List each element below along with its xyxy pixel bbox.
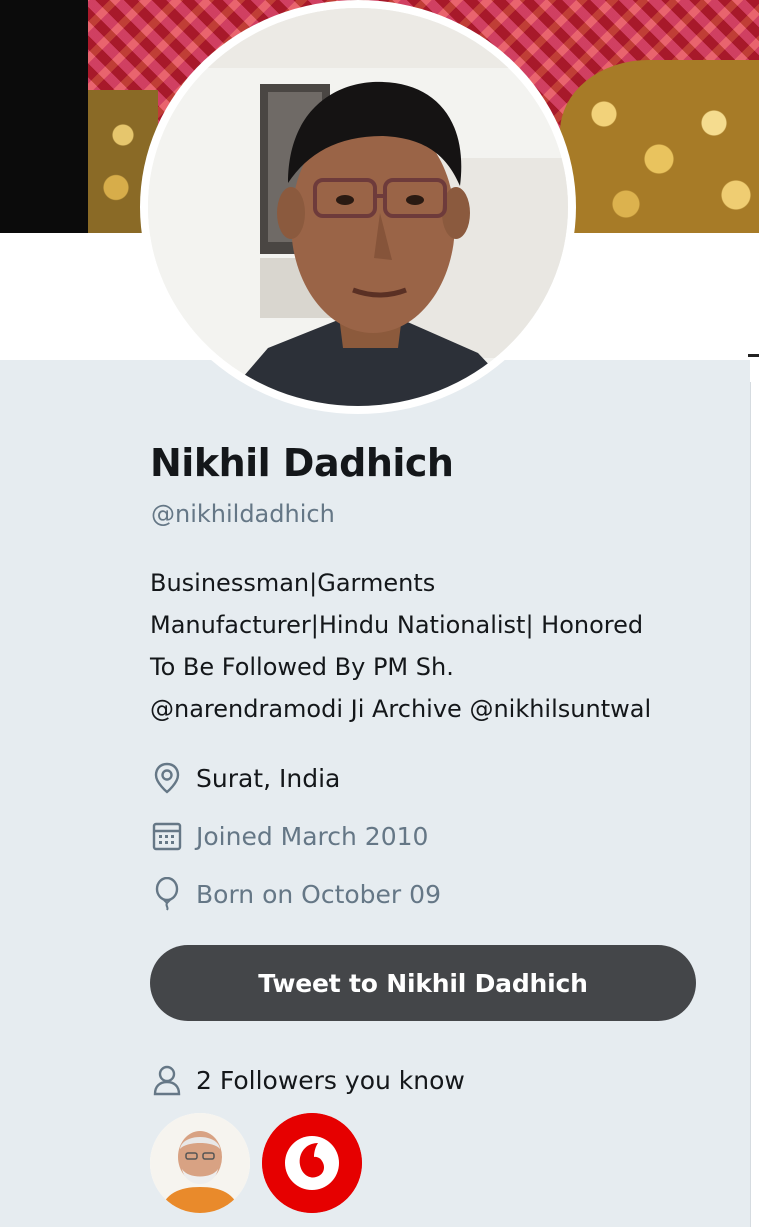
birthday-text: Born on October 09 bbox=[196, 879, 441, 909]
profile-location: Surat, India bbox=[152, 761, 340, 795]
tweet-to-button[interactable]: Tweet to Nikhil Dadhich bbox=[150, 945, 696, 1021]
profile-avatar[interactable] bbox=[140, 0, 576, 414]
joined-text: Joined March 2010 bbox=[196, 821, 429, 851]
bio-line: Businessman|Garments bbox=[150, 569, 436, 597]
divider-line bbox=[748, 354, 759, 357]
profile-name[interactable]: Nikhil Dadhich bbox=[150, 441, 454, 485]
followers-you-know-label: 2 Followers you know bbox=[196, 1065, 465, 1095]
narendra-modi-avatar[interactable] bbox=[150, 1113, 250, 1213]
profile-bio: Businessman|Garments Manufacturer|Hindu … bbox=[150, 562, 720, 730]
profile-photo-illustration bbox=[148, 8, 568, 406]
bio-line: To Be Followed By PM Sh. bbox=[150, 653, 454, 681]
banner-gold-ornament-right bbox=[560, 60, 759, 233]
balloon-icon bbox=[152, 877, 182, 911]
profile-handle[interactable]: @nikhildadhich bbox=[151, 500, 335, 528]
profile-birthday: Born on October 09 bbox=[152, 877, 441, 911]
calendar-icon bbox=[152, 820, 182, 852]
vodafone-avatar[interactable] bbox=[262, 1113, 362, 1213]
profile-joined-date: Joined March 2010 bbox=[152, 819, 428, 853]
person-icon bbox=[152, 1063, 182, 1097]
profile-photo bbox=[148, 8, 568, 406]
bio-line: @narendramodi Ji Archive @nikhilsuntwal bbox=[150, 695, 652, 723]
profile-page: Nikhil Dadhich @nikhildadhich Businessma… bbox=[0, 0, 759, 1227]
location-pin-icon bbox=[152, 762, 182, 794]
card-right-column bbox=[750, 382, 759, 1227]
followers-you-know[interactable]: 2 Followers you know bbox=[152, 1062, 465, 1098]
location-text: Surat, India bbox=[196, 763, 341, 793]
bio-line: Manufacturer|Hindu Nationalist| Honored bbox=[150, 611, 644, 639]
